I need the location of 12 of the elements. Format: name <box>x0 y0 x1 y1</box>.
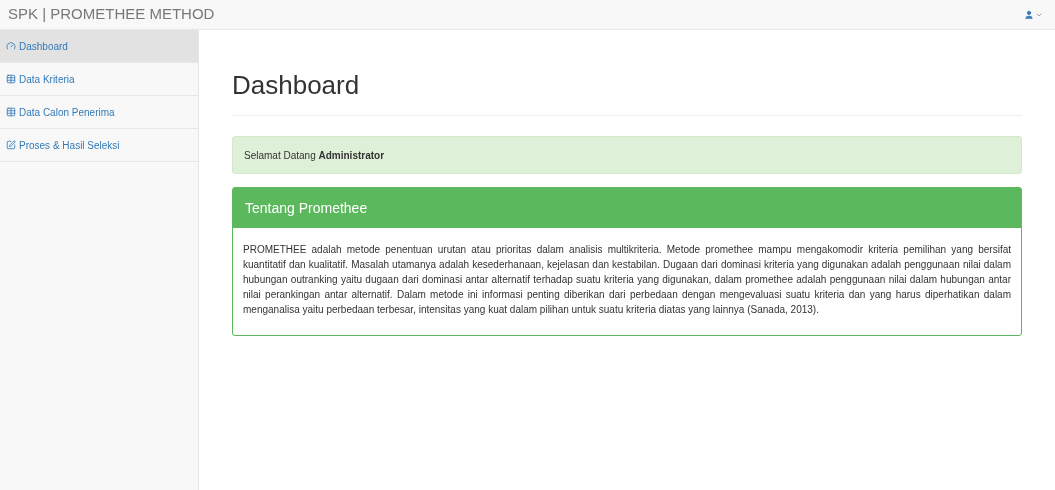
table-icon <box>6 74 16 84</box>
edit-icon <box>6 140 16 150</box>
page-title: Dashboard <box>232 66 1022 116</box>
brand-title[interactable]: SPK | PROMETHEE METHOD <box>8 3 215 26</box>
table-icon <box>6 107 16 117</box>
welcome-text: Selamat Datang Administrator <box>244 148 385 163</box>
sidebar-item[interactable]: Dashboard <box>0 30 198 63</box>
user-icon <box>1024 9 1034 20</box>
panel-title: Tentang Promethee <box>245 198 368 218</box>
panel-body-text: PROMETHEE adalah metode penentuan urutan atau prioritas dalam analisis multikriteria. Metode promethee mampu mengakomodir kriteria pemilihan yang bersifat kuantitatif dan kualitatif. Masalah utamanya adalah kesederhanaan, kejelasan dan kestabilan. Dugaan dari dominasi kriteria yang digunakan adalah penggunaan nilai dalam hubungan outranking yaitu dugaan dari dominasi antar alternatif terhadap suatu kriteria yang digunakan, dalam promethee adalah penggunaan nilai dalam hubungan antar nilai perankingan antar alternatif. Dalam metode ini informasi penting diberikan dari perbedaan dengan mengevaluasi suatu kriteria dan yang harus diperhatikan dalam menganalisa yaitu perbedaan terbesar, intensitas yang kuat dalam pilihan untuk suatu kriteria diatas yang lainnya (Sanada, 2013). <box>242 243 1012 317</box>
user-menu-button[interactable] <box>1024 9 1043 20</box>
dashboard-icon <box>6 41 16 51</box>
